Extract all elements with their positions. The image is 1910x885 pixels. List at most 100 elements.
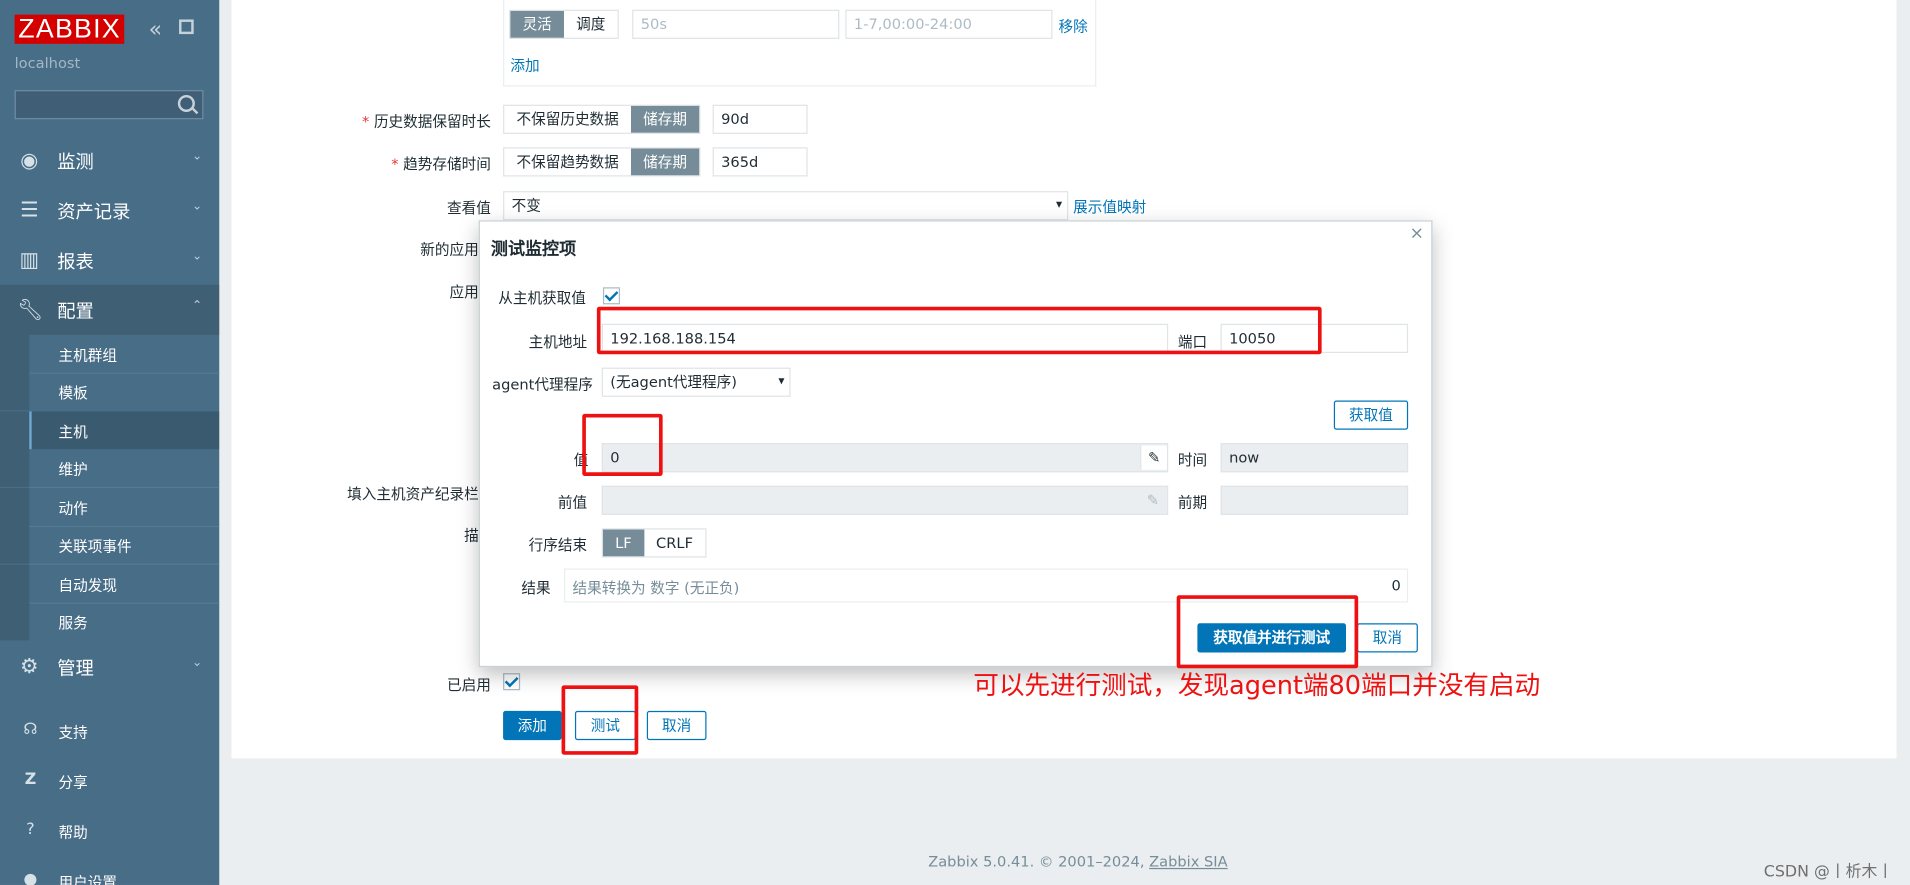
kiosk-mode-icon[interactable] [179,19,194,35]
add-button[interactable]: 添加 [503,710,562,741]
get-from-host-checkbox[interactable] [602,287,621,305]
nav-support-label: 支持 [58,724,88,742]
list-icon: ☰ [19,198,39,223]
bar-chart-icon: ▥ [19,248,40,273]
sidebar-item-discovery[interactable]: 自动发现 [0,564,219,603]
show-value-select[interactable]: 不变 ▾ [503,191,1069,221]
nav-reports-label: 报表 [57,250,94,273]
sidebar-item-services[interactable]: 服务 [0,602,219,641]
share-z-icon: Z [24,770,37,789]
footer: Zabbix 5.0.41. © 2001–2024, Zabbix SIA [928,853,1227,870]
edit-pencil-icon: ✎ [1146,491,1160,509]
nav-monitoring[interactable]: ◉ 监测 ⌄ [0,135,219,185]
edit-pencil-icon[interactable]: ✎ [1140,445,1167,470]
interval-input[interactable]: 50s [632,9,840,39]
history-storage-option[interactable]: 储存期 [630,105,700,133]
eol-toggle[interactable]: LF CRLF [601,528,707,558]
sidebar-item-label: 维护 [58,461,88,479]
nav-configuration-label: 配置 [57,300,94,323]
nav-support[interactable]: ☊ 支持 [0,713,219,750]
close-icon[interactable]: × [1410,224,1424,243]
result-text: 结果转换为 数字 (无正负) [572,579,740,597]
collapse-sidebar-icon[interactable]: « [149,17,162,43]
trends-no-keep-option[interactable]: 不保留趋势数据 [504,149,631,176]
proxy-select[interactable]: (无agent代理程序) ▾ [601,367,791,397]
time-label: 时间 [1177,451,1208,469]
inventory-field-label: 填入主机资产纪录栏 [347,485,479,503]
trends-input[interactable]: 365d [712,147,808,177]
time-input[interactable]: now [1220,443,1409,473]
nav-user-settings[interactable]: ● 用户设置 [0,863,219,885]
chevron-down-icon: ⌄ [191,199,203,214]
footer-text: Zabbix 5.0.41. © 2001–2024, [928,853,1150,871]
annotation-text: 可以先进行测试，发现agent端80端口并没有启动 [973,670,1541,700]
trends-storage-toggle[interactable]: 不保留趋势数据 储存期 [503,147,701,177]
applications-label: 应用 [449,283,479,301]
chevron-down-icon: ⌄ [191,149,203,164]
sidebar-item-templates[interactable]: 模板 [0,372,219,411]
get-value-button[interactable]: 获取值 [1333,400,1409,430]
chevron-down-icon: ⌄ [191,656,203,670]
show-value-mapping-link[interactable]: 展示值映射 [1073,196,1146,217]
enabled-checkbox[interactable] [503,673,521,691]
sidebar: ZABBIX « localhost ◉ 监测 ⌄ ☰ 资产记录 ⌄ ▥ 报表 … [0,0,220,885]
chevron-up-icon: ⌃ [191,299,203,313]
host-name: localhost [14,54,81,72]
nav-monitoring-label: 监测 [57,150,94,173]
chevron-down-icon: ⌄ [191,249,203,263]
nav-help[interactable]: ? 帮助 [0,813,219,850]
eol-lf-option[interactable]: LF [602,529,644,557]
chevron-down-icon: ▾ [1056,198,1063,212]
remove-interval-link[interactable]: 移除 [1059,16,1088,37]
sidebar-item-maintenance[interactable]: 维护 [0,449,219,487]
eol-crlf-option[interactable]: CRLF [644,530,705,557]
chevron-down-icon: ▾ [778,374,785,389]
history-no-keep-option[interactable]: 不保留历史数据 [504,106,631,133]
nav-help-label: 帮助 [58,824,88,842]
new-application-label: 新的应用 [420,241,479,259]
sidebar-item-hosts[interactable]: 主机 [0,411,220,450]
annotation-box-form-test [561,685,639,755]
description-label: 描 [464,527,479,545]
nav-share[interactable]: Z 分享 [0,763,219,800]
search-icon[interactable] [177,94,195,112]
prev-time-label: 前期 [1177,494,1208,512]
sidebar-item-label: 模板 [58,384,88,402]
cancel-button[interactable]: 取消 [646,710,707,741]
eye-icon: ◉ [20,148,39,173]
nav-administration[interactable]: ⚙ 管理 ⌄ [0,642,219,692]
period-input[interactable]: 1-7,00:00-24:00 [845,9,1053,39]
sidebar-item-label: 主机群组 [58,346,117,364]
sidebar-item-actions[interactable]: 动作 [0,488,219,526]
result-label: 结果 [521,579,551,597]
annotation-box-value [582,413,663,476]
sidebar-item-event-correlation[interactable]: 关联项事件 [0,525,219,564]
trends-storage-option[interactable]: 储存期 [630,148,700,176]
history-label: * 历史数据保留时长 [361,113,491,131]
result-value: 0 [1391,577,1401,595]
nav-configuration[interactable]: 🔧︎ 配置 ⌃ [0,284,220,335]
watermark: CSDN @丨析木丨 [1763,863,1894,882]
question-icon: ? [26,820,35,839]
headset-icon: ☊ [23,720,38,739]
nav-inventory[interactable]: ☰ 资产记录 ⌄ [0,185,219,235]
dialog-title: 测试监控项 [490,239,577,260]
prev-time-input[interactable] [1220,485,1409,515]
footer-link[interactable]: Zabbix SIA [1149,853,1227,870]
history-input[interactable]: 90d [712,104,808,134]
interval-type-toggle[interactable]: 灵活 调度 [509,9,619,39]
interval-flexible-option[interactable]: 灵活 [510,10,564,38]
history-storage-toggle[interactable]: 不保留历史数据 储存期 [503,104,701,134]
add-interval-link[interactable]: 添加 [510,55,539,76]
sidebar-item-host-groups[interactable]: 主机群组 [0,334,219,373]
nav-reports[interactable]: ▥ 报表 ⌄ [0,235,219,285]
prev-value-input[interactable] [601,485,1169,515]
search-input[interactable] [14,90,204,120]
nav-user-settings-label: 用户设置 [58,874,117,885]
dialog-cancel-button[interactable]: 取消 [1356,623,1418,653]
interval-scheduling-option[interactable]: 调度 [564,11,618,38]
sidebar-item-label: 关联项事件 [58,538,132,556]
zabbix-logo[interactable]: ZABBIX [14,14,125,44]
value-input[interactable]: 0 [601,443,1169,473]
gear-icon: ⚙ [19,654,39,680]
